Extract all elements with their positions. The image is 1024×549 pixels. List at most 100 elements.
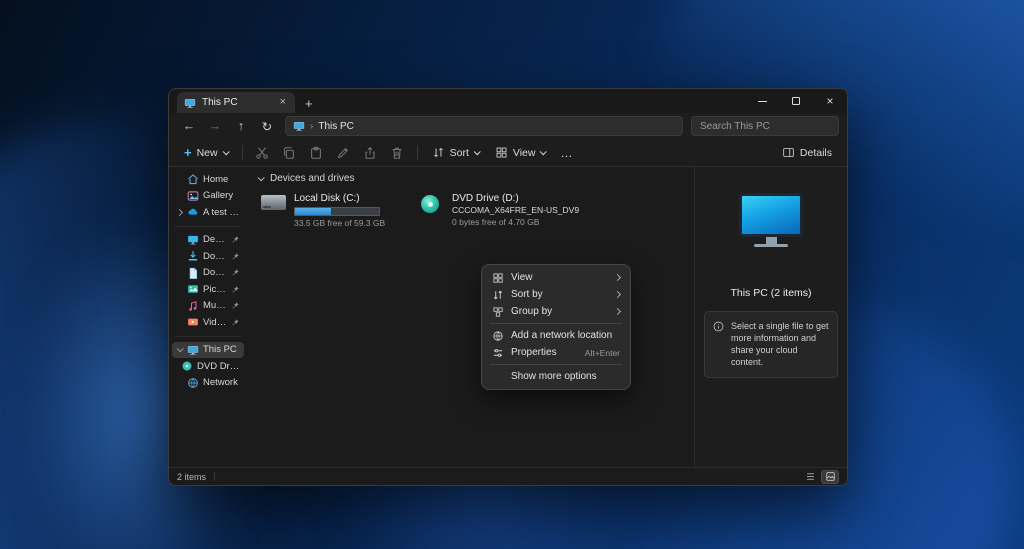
menu-divider — [490, 323, 622, 324]
chevron-down-icon — [176, 346, 183, 353]
context-menu-properties[interactable]: Properties Alt+Enter — [486, 344, 626, 361]
refresh-button[interactable]: ↻ — [255, 115, 279, 137]
pin-icon — [231, 301, 240, 310]
empty-icon-slot — [492, 371, 504, 383]
details-view-toggle[interactable] — [801, 470, 819, 484]
minimize-button[interactable] — [745, 89, 779, 113]
navigation-bar: ← → ↑ ↻ › This PC — [169, 113, 847, 139]
sort-button[interactable]: Sort — [425, 142, 486, 164]
details-info-text: Select a single file to get more informa… — [731, 320, 829, 369]
this-pc-icon — [184, 97, 196, 109]
status-divider — [214, 472, 215, 481]
large-icons-view-toggle[interactable] — [821, 470, 839, 484]
details-pane-button[interactable]: Details — [775, 142, 839, 164]
details-pane-icon — [782, 146, 795, 159]
drive-item-local-disk-c[interactable]: Local Disk (C:) 33.5 GB free of 59.3 GB — [261, 193, 391, 228]
sidebar-item-documents[interactable]: Documents — [172, 265, 244, 282]
tab-strip: This PC × + × — [169, 89, 847, 113]
context-menu-sort-by[interactable]: Sort by — [486, 286, 626, 303]
search-box — [691, 116, 839, 136]
dvd-disc-icon — [421, 195, 439, 213]
chevron-down-icon — [474, 148, 481, 155]
sidebar-item-gallery[interactable]: Gallery — [172, 188, 244, 205]
new-button[interactable]: + New — [177, 142, 235, 164]
cut-icon — [255, 146, 269, 160]
music-icon — [187, 300, 199, 312]
disk-usage-fill — [295, 208, 331, 215]
sidebar-item-videos[interactable]: Videos — [172, 314, 244, 331]
drive-free-space: 33.5 GB free of 59.3 GB — [294, 218, 385, 228]
desktop-icon — [187, 234, 199, 246]
sidebar-item-pictures[interactable]: Pictures — [172, 281, 244, 298]
toolbar-divider — [242, 145, 243, 160]
context-menu: View Sort by Group by Add a network loca… — [481, 264, 631, 390]
sidebar-divider — [175, 336, 241, 337]
drive-volume-label: CCCOMA_X64FRE_EN-US_DV9 — [452, 205, 549, 215]
details-view-icon — [805, 471, 816, 482]
pin-icon — [231, 268, 240, 277]
view-button-label: View — [513, 147, 536, 159]
sidebar-item-dvd-drive[interactable]: DVD Drive (D:) CCC — [178, 358, 244, 375]
breadcrumb[interactable]: This PC — [318, 121, 354, 132]
section-collapse-icon[interactable] — [258, 174, 265, 181]
forward-button[interactable]: → — [203, 115, 227, 137]
more-options-button[interactable]: … — [554, 142, 579, 164]
paste-button[interactable] — [304, 142, 329, 164]
sidebar-item-home[interactable]: Home — [172, 171, 244, 188]
sidebar-item-onedrive[interactable]: A test - Personal — [172, 204, 244, 221]
item-count: 2 items — [177, 472, 206, 482]
group-by-icon — [492, 306, 504, 318]
close-button[interactable]: × — [813, 89, 847, 113]
details-info-card: Select a single file to get more informa… — [704, 311, 838, 378]
window-controls: × — [745, 89, 847, 113]
navigation-sidebar: Home Gallery A test - Personal — [169, 167, 247, 467]
documents-icon — [187, 267, 199, 279]
sidebar-item-network[interactable]: Network — [172, 375, 244, 392]
sidebar-item-this-pc[interactable]: This PC — [172, 342, 244, 359]
drive-item-dvd-d[interactable]: DVD Drive (D:) CCCOMA_X64FRE_EN-US_DV9 0… — [419, 193, 549, 228]
address-bar[interactable]: › This PC — [285, 116, 683, 136]
large-icons-view-icon — [825, 471, 836, 482]
tab-close-icon[interactable]: × — [278, 97, 288, 108]
menu-divider — [490, 364, 622, 365]
share-button[interactable] — [358, 142, 383, 164]
copy-icon — [282, 146, 296, 160]
command-toolbar: + New Sort View — [169, 139, 847, 167]
chevron-down-icon — [222, 148, 229, 155]
tab-this-pc[interactable]: This PC × — [177, 92, 295, 113]
sidebar-divider — [175, 226, 241, 227]
properties-icon — [492, 347, 504, 359]
context-menu-show-more-options[interactable]: Show more options — [486, 368, 626, 385]
context-menu-view[interactable]: View — [486, 269, 626, 286]
videos-icon — [187, 316, 199, 328]
maximize-button[interactable] — [779, 89, 813, 113]
details-pane-title: This PC (2 items) — [730, 287, 811, 299]
rename-button[interactable] — [331, 142, 356, 164]
delete-button[interactable] — [385, 142, 410, 164]
sidebar-item-music[interactable]: Music — [172, 298, 244, 315]
dvd-drive-icon — [181, 360, 193, 372]
view-icon — [492, 272, 504, 284]
back-button[interactable]: ← — [177, 115, 201, 137]
pin-icon — [231, 285, 240, 294]
maximize-icon — [792, 97, 800, 105]
gallery-icon — [187, 190, 199, 202]
view-button[interactable]: View — [488, 142, 553, 164]
cut-button[interactable] — [250, 142, 275, 164]
copy-button[interactable] — [277, 142, 302, 164]
context-menu-group-by[interactable]: Group by — [486, 303, 626, 320]
onedrive-cloud-icon — [187, 206, 199, 218]
details-pane-label: Details — [800, 147, 832, 159]
search-input[interactable] — [692, 117, 838, 135]
section-devices-and-drives[interactable]: Devices and drives — [255, 173, 686, 184]
sidebar-item-downloads[interactable]: Downloads — [172, 248, 244, 265]
rename-icon — [336, 146, 350, 160]
info-icon — [713, 320, 724, 369]
sidebar-item-desktop[interactable]: Desktop — [172, 232, 244, 249]
up-button[interactable]: ↑ — [229, 115, 253, 137]
new-tab-icon[interactable]: + — [305, 97, 313, 110]
pin-icon — [231, 252, 240, 261]
toolbar-divider — [417, 145, 418, 160]
context-menu-add-network-location[interactable]: Add a network location — [486, 327, 626, 344]
sort-by-icon — [492, 289, 504, 301]
